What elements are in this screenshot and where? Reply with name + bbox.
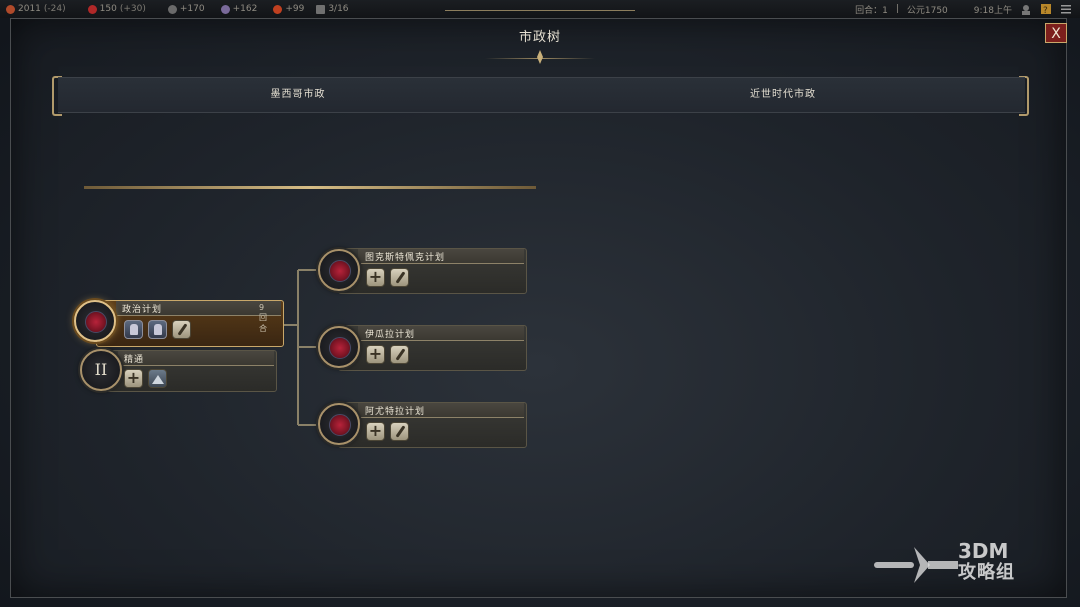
civic-name: 图克斯特佩克计划 <box>365 253 446 263</box>
mexico-emblem-icon <box>329 414 351 436</box>
plus-icon[interactable] <box>124 368 143 388</box>
civic-name: 政治计划 <box>122 305 163 315</box>
civic-portrait <box>318 326 360 368</box>
civic-portrait <box>318 249 360 291</box>
quill-icon[interactable] <box>390 422 409 441</box>
mountain-icon[interactable] <box>148 369 167 388</box>
mastery-portrait: II <box>80 349 122 391</box>
quill-icon[interactable] <box>390 345 409 364</box>
watermark-brand: 3DM <box>958 539 1009 563</box>
plus-icon[interactable] <box>366 344 385 364</box>
mexico-emblem-icon <box>329 260 351 282</box>
civic-turns: 9回合 <box>259 303 267 333</box>
unit-icon[interactable] <box>124 320 143 339</box>
civic-name: 伊瓜拉计划 <box>365 330 416 340</box>
civic-name: 阿尤特拉计划 <box>365 407 426 417</box>
unit-icon[interactable] <box>148 320 167 339</box>
mexico-emblem-icon <box>85 311 107 333</box>
plus-icon[interactable] <box>366 267 385 287</box>
mexico-emblem-icon <box>329 337 351 359</box>
sword-logo-icon <box>874 547 958 583</box>
mastery-name: 精通 <box>124 355 145 365</box>
plus-icon[interactable] <box>366 421 385 441</box>
quill-icon[interactable] <box>172 320 191 339</box>
mastery-numeral: II <box>94 360 108 379</box>
watermark-subtitle: 攻略组 <box>958 562 1015 583</box>
civic-portrait <box>318 403 360 445</box>
quill-icon[interactable] <box>390 268 409 287</box>
civic-portrait <box>74 300 116 342</box>
watermark: 3DM 攻略组 <box>870 535 1070 595</box>
